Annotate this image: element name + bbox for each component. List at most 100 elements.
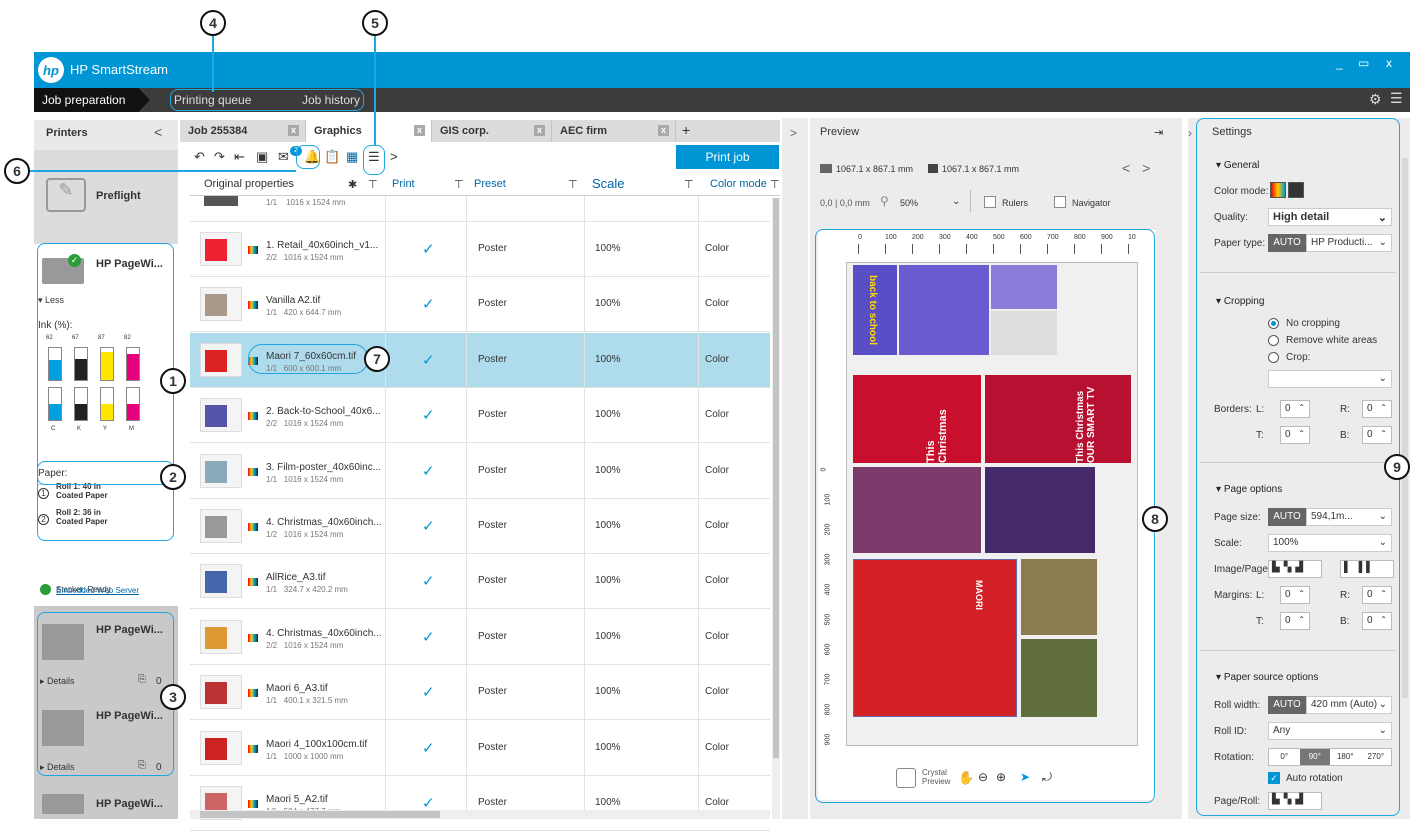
table-row[interactable]: Maori 4_100x100cm.tif 1/1 1000 x 1000 mm… [190, 721, 770, 776]
color-mode-value[interactable]: Color [705, 298, 729, 309]
partial-row[interactable]: 1/1 1016 x 1524 mm [190, 196, 770, 222]
margin-l-stepper[interactable]: 0 ⌃ [1280, 586, 1310, 604]
gear-icon[interactable]: ⚙ [1369, 91, 1382, 108]
stepper-icon[interactable]: ⌃ [1380, 429, 1387, 438]
stepper-icon[interactable]: ⌃ [1380, 403, 1387, 412]
preset-value[interactable]: Poster [478, 631, 507, 642]
filter-icon[interactable]: ⊤ [454, 178, 464, 191]
table-row[interactable]: 4. Christmas_40x60inch... 2/2 1016 x 152… [190, 610, 770, 665]
crop-select[interactable]: ⌄ [1268, 370, 1392, 388]
scale-value[interactable]: 100% [595, 797, 621, 808]
paper-type-auto-button[interactable]: AUTO [1268, 234, 1306, 252]
scale-value[interactable]: 100% [595, 742, 621, 753]
stepper-icon[interactable]: ⌃ [1298, 615, 1305, 624]
rulers-checkbox[interactable] [984, 196, 996, 208]
print-checkmark[interactable]: ✓ [422, 739, 435, 757]
settings-scrollbar[interactable] [1402, 158, 1408, 698]
scale-value[interactable]: 100% [595, 520, 621, 531]
nav-printing-queue[interactable]: Printing queue [174, 93, 251, 107]
menu-icon[interactable]: ☰ [1390, 90, 1403, 107]
close-tab-icon[interactable]: x [658, 125, 669, 136]
roll-id-select[interactable]: Any ⌄ [1268, 722, 1392, 740]
table-row[interactable]: AllRice_A3.tif 1/1 324.7 x 420.2 mm ✓ Po… [190, 554, 770, 610]
zoom-out-icon[interactable]: ⊖ [978, 770, 988, 784]
rotate-tool-icon[interactable]: ⤾ [1042, 770, 1052, 785]
print-checkmark[interactable]: ✓ [422, 572, 435, 590]
tab-aec-firm[interactable]: AEC firm x [552, 120, 676, 142]
add-tab-button[interactable]: + [682, 122, 690, 138]
page-nav-arrows[interactable]: < > [1122, 160, 1154, 176]
less-toggle[interactable]: ▾ Less [38, 295, 64, 306]
paper-type-select[interactable]: HP Producti... ⌄ [1306, 234, 1392, 252]
filter-icon[interactable]: ⊤ [568, 178, 578, 191]
grid-view-icon[interactable]: ▦ [346, 149, 358, 165]
details-toggle[interactable]: ▸ Details [40, 762, 75, 773]
crystal-preview-icon[interactable] [896, 768, 916, 788]
no-cropping-radio[interactable] [1268, 318, 1279, 329]
color-mode-gray-icon[interactable] [1288, 182, 1304, 198]
print-checkmark[interactable]: ✓ [422, 240, 435, 258]
nav-job-history[interactable]: Job history [302, 93, 360, 107]
rotation-270[interactable]: 270° [1361, 749, 1392, 765]
preflight-card[interactable]: ✎ Preflight [34, 150, 178, 244]
border-l-stepper[interactable]: 0 ⌃ [1280, 400, 1310, 418]
splitter[interactable]: > [782, 118, 808, 819]
rotation-180[interactable]: 180° [1330, 749, 1361, 765]
preset-value[interactable]: Poster [478, 298, 507, 309]
scale-value[interactable]: 100% [595, 243, 621, 254]
border-b-stepper[interactable]: 0 ⌃ [1362, 426, 1392, 444]
list-view-icon[interactable]: ☰ [368, 149, 380, 165]
scale-value[interactable]: 100% [595, 409, 621, 420]
color-mode-value[interactable]: Color [705, 465, 729, 476]
crop-radio[interactable] [1268, 352, 1279, 363]
filter-icon[interactable]: ⊤ [368, 178, 378, 191]
table-row[interactable]: Maori 7_60x60cm.tif 1/1 600 x 600.1 mm ✓… [190, 332, 770, 388]
pan-hand-icon[interactable]: ✋ [958, 770, 974, 786]
table-row[interactable]: 1. Retail_40x60inch_v1... 2/2 1016 x 152… [190, 222, 770, 277]
image-align-buttons[interactable]: ▙▚▟ [1268, 560, 1322, 578]
table-row[interactable]: Maori 5_A2.tif 1/1 594 x 477.7 mm ✓ Post… [190, 776, 770, 831]
paper-source-section[interactable]: ▾ Paper source options [1216, 672, 1318, 683]
zoom-dropdown-icon[interactable]: ⌄ [952, 196, 960, 207]
table-row[interactable]: Maori 6_A3.tif 1/1 400.1 x 321.5 mm ✓ Po… [190, 665, 770, 721]
table-row[interactable]: 3. Film-poster_40x60inc... 1/1 1016 x 15… [190, 444, 770, 499]
embedded-web-server-link[interactable]: Embedded Web Server [56, 586, 139, 595]
preset-value[interactable]: Poster [478, 465, 507, 476]
close-tab-icon[interactable]: x [414, 125, 425, 136]
preset-value[interactable]: Poster [478, 742, 507, 753]
settings-expand-arrow[interactable]: › [1188, 126, 1192, 140]
print-checkmark[interactable]: ✓ [422, 295, 435, 313]
tab-job-255384[interactable]: Job 255384 x [180, 120, 306, 142]
rotation-0[interactable]: 0° [1269, 749, 1300, 765]
table-row[interactable]: 2. Back-to-School_40x6... 2/2 1016 x 152… [190, 388, 770, 444]
col-original-properties[interactable]: Original properties [204, 178, 294, 190]
page-roll-buttons[interactable]: ▙▚▟ [1268, 792, 1322, 810]
tab-gis-corp[interactable]: GIS corp. x [432, 120, 552, 142]
stepper-icon[interactable]: ⌃ [1380, 589, 1387, 598]
stepper-icon[interactable]: ⌃ [1298, 403, 1305, 412]
color-mode-value[interactable]: Color [705, 742, 729, 753]
undo-icon[interactable]: ↶ [194, 149, 205, 165]
color-mode-color-icon[interactable] [1270, 182, 1286, 198]
color-mode-value[interactable]: Color [705, 243, 729, 254]
col-scale[interactable]: Scale [592, 176, 625, 191]
print-checkmark[interactable]: ✓ [422, 683, 435, 701]
close-tab-icon[interactable]: x [288, 125, 299, 136]
h-scrollbar[interactable] [190, 810, 770, 819]
col-print[interactable]: Print [392, 178, 415, 190]
pin-icon[interactable]: ✱ [348, 178, 357, 191]
zoom-level[interactable]: 50% [900, 198, 918, 208]
preset-value[interactable]: Poster [478, 575, 507, 586]
border-t-stepper[interactable]: 0 ⌃ [1280, 426, 1310, 444]
roll-width-auto-button[interactable]: AUTO [1268, 696, 1306, 714]
minimize-button[interactable]: _ [1336, 56, 1343, 70]
color-mode-value[interactable]: Color [705, 520, 729, 531]
print-checkmark[interactable]: ✓ [422, 351, 435, 369]
general-section[interactable]: ▾ General [1216, 160, 1259, 171]
print-job-button[interactable]: Print job [676, 145, 779, 169]
margin-t-stepper[interactable]: 0 ⌃ [1280, 612, 1310, 630]
col-preset[interactable]: Preset [474, 178, 506, 190]
border-r-stepper[interactable]: 0 ⌃ [1362, 400, 1392, 418]
stepper-icon[interactable]: ⌃ [1298, 429, 1305, 438]
roll-width-select[interactable]: 420 mm (Auto) ⌄ [1306, 696, 1392, 714]
